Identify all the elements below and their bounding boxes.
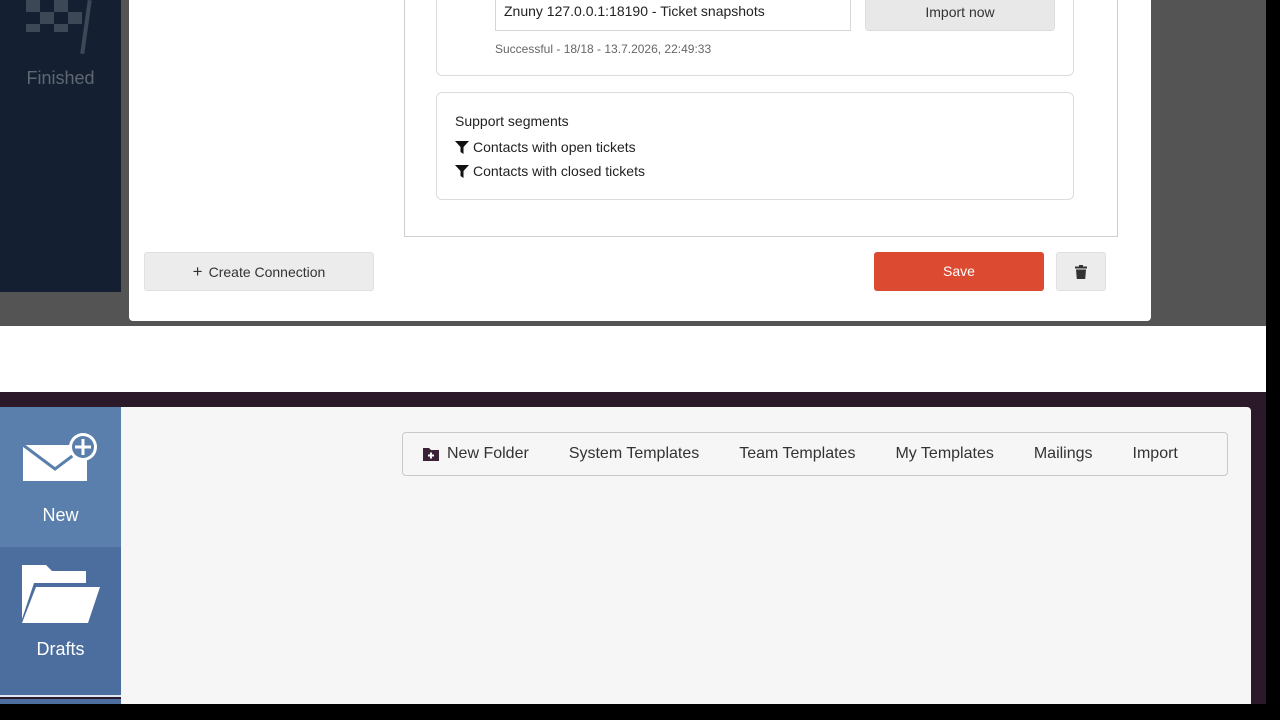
sidebar-item-label: Finished xyxy=(26,68,95,88)
save-button[interactable]: Save xyxy=(874,252,1044,291)
toolbar-item-label: New Folder xyxy=(447,445,529,462)
sidebar-item-new[interactable]: New xyxy=(0,407,121,547)
toolbar-new-folder[interactable]: New Folder xyxy=(423,445,529,463)
sidebar-next-item[interactable] xyxy=(0,699,121,704)
sidebar-item-drafts[interactable]: Drafts xyxy=(0,547,121,697)
new-folder-icon xyxy=(423,448,439,461)
toolbar-system-templates[interactable]: System Templates xyxy=(569,445,699,463)
toolbar-import[interactable]: Import xyxy=(1133,445,1178,463)
connection-modal: Znuny 127.0.0.1:18190 - Ticket snapshots… xyxy=(129,0,1151,321)
window-gap xyxy=(0,326,1266,392)
filter-icon xyxy=(455,164,469,178)
toolbar-my-templates[interactable]: My Templates xyxy=(895,445,993,463)
segment-item[interactable]: Contacts with closed tickets xyxy=(455,163,645,179)
segment-item-label: Contacts with closed tickets xyxy=(473,163,645,179)
checkered-flag-icon xyxy=(26,0,92,55)
screen: Finished Znuny 127.0.0.1:18190 - Ticket … xyxy=(0,0,1280,720)
create-connection-label: Create Connection xyxy=(208,263,326,280)
toolbar-mailings[interactable]: Mailings xyxy=(1034,445,1093,463)
segment-item[interactable]: Contacts with open tickets xyxy=(455,139,636,155)
snapshot-card: Znuny 127.0.0.1:18190 - Ticket snapshots… xyxy=(436,0,1074,76)
top-sidebar: Finished xyxy=(0,0,121,292)
toolbar-team-templates[interactable]: Team Templates xyxy=(739,445,855,463)
templates-toolbar: New Folder System Templates Team Templat… xyxy=(402,432,1228,476)
sidebar-item-label: New xyxy=(42,505,79,525)
plus-icon: + xyxy=(192,261,203,281)
templates-content: New Folder System Templates Team Templat… xyxy=(121,407,1251,704)
snapshot-source-select[interactable]: Znuny 127.0.0.1:18190 - Ticket snapshots xyxy=(495,0,851,31)
trash-icon xyxy=(1075,264,1087,279)
delete-button[interactable] xyxy=(1056,252,1106,291)
new-mail-icon xyxy=(22,433,97,481)
filter-icon xyxy=(455,140,469,154)
import-status-text: Successful - 18/18 - 13.7.2026, 22:49:33 xyxy=(495,42,712,56)
top-window: Finished Znuny 127.0.0.1:18190 - Ticket … xyxy=(0,0,1266,326)
sidebar-item-label: Drafts xyxy=(36,639,85,659)
import-now-button[interactable]: Import now xyxy=(865,0,1055,31)
bottom-sidebar: New Drafts xyxy=(0,407,121,704)
bottom-window: New Drafts New Folder System Templates T… xyxy=(0,392,1266,704)
segment-item-label: Contacts with open tickets xyxy=(473,139,636,155)
segments-title: Support segments xyxy=(455,113,569,129)
backdrop-strip xyxy=(1151,0,1266,326)
segments-card: Support segments Contacts with open tick… xyxy=(436,92,1074,200)
folder-open-icon xyxy=(22,565,100,623)
sidebar-item-finished[interactable]: Finished xyxy=(0,0,121,100)
create-connection-button[interactable]: + Create Connection xyxy=(144,252,374,291)
